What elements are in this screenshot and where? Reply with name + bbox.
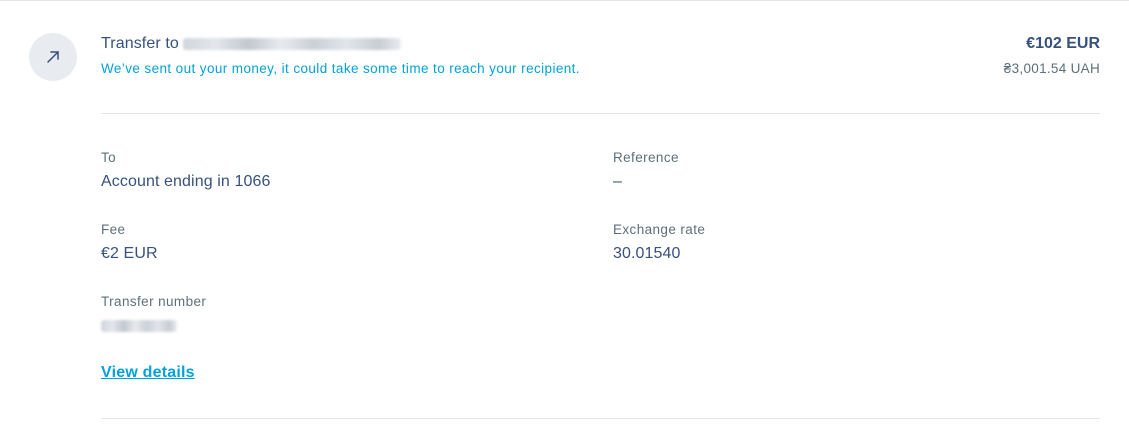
field-transfer-number: Transfer number [101,293,581,337]
field-fee: Fee €2 EUR [101,221,581,264]
transfer-header[interactable]: Transfer to We’ve sent out your money, i… [101,34,1100,84]
transfer-title-row: Transfer to [101,34,1100,54]
divider [101,418,1100,419]
view-details-link[interactable]: View details [101,363,195,383]
amount-received: ₴3,001.54 UAH [1003,61,1100,76]
field-value-to: Account ending in 1066 [101,173,271,190]
transfer-status: We’ve sent out your money, it could take… [101,61,580,76]
redacted-recipient-name [182,38,401,50]
field-value-exchange-rate: 30.01540 [613,245,681,262]
field-label-reference: Reference [613,150,679,165]
transfer-icon-container [29,33,77,81]
divider [101,113,1100,114]
redacted-transfer-number [101,320,177,332]
field-label-to: To [101,150,117,165]
field-reference: Reference – [613,149,1093,192]
transfer-title: Transfer to [101,35,179,52]
field-label-fee: Fee [101,222,126,237]
top-border [0,0,1129,1]
field-value-fee: €2 EUR [101,245,158,262]
field-to: To Account ending in 1066 [101,149,581,192]
field-label-exchange-rate: Exchange rate [613,222,706,237]
field-exchange-rate: Exchange rate 30.01540 [613,221,1093,264]
amount-sent: €102 EUR [1026,35,1100,52]
field-value-reference: – [613,173,622,190]
arrow-up-right-icon [47,51,59,63]
field-label-transfer-number: Transfer number [101,294,207,309]
